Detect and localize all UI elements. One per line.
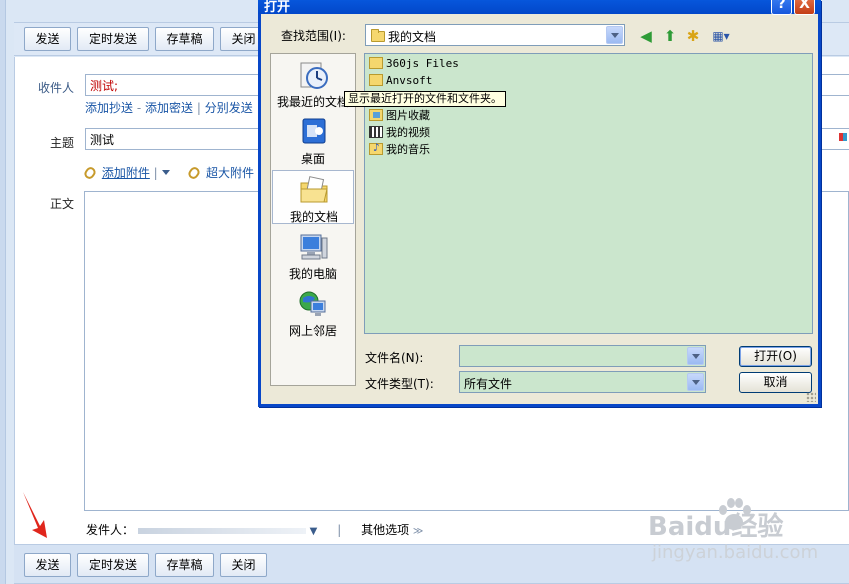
list-item[interactable]: 我的音乐 [369,141,430,157]
resize-grip-icon[interactable] [806,392,816,402]
close-button-bottom[interactable]: 关闭 [220,553,267,577]
list-item[interactable]: 我的视频 [369,124,430,140]
music-folder-icon [369,141,383,155]
file-name: 我的视频 [386,126,430,139]
save-draft-button-bottom[interactable]: 存草稿 [155,553,214,577]
filetype-value: 所有文件 [464,377,513,391]
recipient-links: 添加抄送 - 添加密送 | 分别发送 [85,101,253,115]
dialog-title: 打开 [264,0,291,15]
video-folder-icon [369,126,383,138]
recipient-label: 收件人 [38,81,75,95]
add-attachment-link[interactable]: 添加附件 [102,166,150,180]
subject-label: 主题 [50,136,75,150]
help-button[interactable]: ? [771,0,792,15]
save-draft-button[interactable]: 存草稿 [155,27,214,51]
file-name: 我的音乐 [386,143,430,156]
expand-chevron-icon[interactable]: ≫ [413,526,423,537]
paperclip-icon [82,165,98,181]
look-in-label: 查找范围(I): [281,29,346,43]
chevron-down-icon[interactable] [687,347,704,365]
filename-label: 文件名(N): [365,351,424,365]
add-bcc-link[interactable]: 添加密送 [145,101,193,115]
back-icon[interactable]: ◀ [637,27,655,45]
my-documents-icon [300,176,328,203]
add-cc-link[interactable]: 添加抄送 [85,101,133,115]
place-label: 我最近的文档 [276,95,349,109]
more-options-link[interactable]: 其他选项 [361,523,409,537]
open-button[interactable]: 打开(O) [739,346,812,367]
tooltip: 显示最近打开的文件和文件夹。 [344,91,506,107]
separate-send-link[interactable]: 分别发送 [205,101,253,115]
list-item[interactable]: 图片收藏 [369,107,430,123]
up-folder-icon[interactable]: ⬆ [661,27,679,45]
place-label: 网上邻居 [288,324,337,338]
sender-dropdown-icon[interactable]: ▼ [310,526,318,537]
chevron-down-icon[interactable] [687,373,704,391]
place-label: 桌面 [300,152,325,166]
folder-icon [371,29,385,42]
open-file-dialog: 打开 ? X 查找范围(I): 我的文档 ◀ ⬆ ✱ ▦▾ 我最近的文档 桌面 … [258,0,821,407]
place-label: 我的电脑 [288,267,337,281]
place-recent-documents[interactable]: 我最近的文档 [272,56,354,110]
file-name: 360js Files [386,57,459,70]
watermark-brand: Baidu经验 [648,512,784,542]
look-in-value: 我的文档 [388,30,437,44]
file-name: Anvsoft [386,74,433,87]
folder-icon [369,57,383,69]
scheduled-send-button-bottom[interactable]: 定时发送 [77,553,149,577]
dialog-titlebar[interactable]: 打开 [258,0,821,15]
large-attachment-icon [186,165,202,181]
sender-label: 发件人： [86,523,135,537]
large-attachment-link[interactable]: 超大附件 [206,166,254,180]
body-label: 正文 [50,197,75,211]
send-button[interactable]: 发送 [24,27,71,51]
filetype-combo[interactable]: 所有文件 [459,371,706,393]
attachment-row: 添加附件 | 超大附件 [82,164,254,181]
new-folder-icon[interactable]: ✱ [684,27,702,45]
pictures-folder-icon [369,109,383,121]
filetype-label: 文件类型(T): [365,377,434,391]
place-label: 我的文档 [289,210,338,224]
dialog-close-button[interactable]: X [794,0,815,15]
watermark-url: jingyan.baidu.com [652,542,819,563]
look-in-combo[interactable]: 我的文档 [365,24,625,46]
sender-row: 发件人： ▼ | 其他选项 ≫ [86,523,424,537]
list-item[interactable]: 360js Files [369,57,459,70]
desktop-icon [302,118,326,144]
view-menu-icon[interactable]: ▦▾ [708,27,734,45]
scheduled-send-button[interactable]: 定时发送 [77,27,149,51]
place-desktop[interactable]: 桌面 [272,113,354,167]
place-network[interactable]: 网上邻居 [272,285,354,339]
folder-icon [369,74,383,86]
cancel-button[interactable]: 取消 [739,372,812,393]
color-grid-icon[interactable] [839,133,847,141]
file-name: 图片收藏 [386,109,430,122]
my-computer-icon [300,234,328,260]
place-my-documents[interactable]: 我的文档 [272,170,354,224]
filename-combo[interactable] [459,345,706,367]
red-arrow-annotation-icon [23,492,47,538]
place-my-computer[interactable]: 我的电脑 [272,228,354,282]
attachment-dropdown-icon[interactable] [161,170,170,175]
chevron-down-icon[interactable] [606,26,623,44]
sender-address-redacted [137,527,306,534]
recent-documents-icon [300,62,328,89]
network-places-icon [299,291,326,316]
left-sidebar-strip [0,0,6,584]
send-button-bottom[interactable]: 发送 [24,553,71,577]
list-item[interactable]: Anvsoft [369,74,432,87]
